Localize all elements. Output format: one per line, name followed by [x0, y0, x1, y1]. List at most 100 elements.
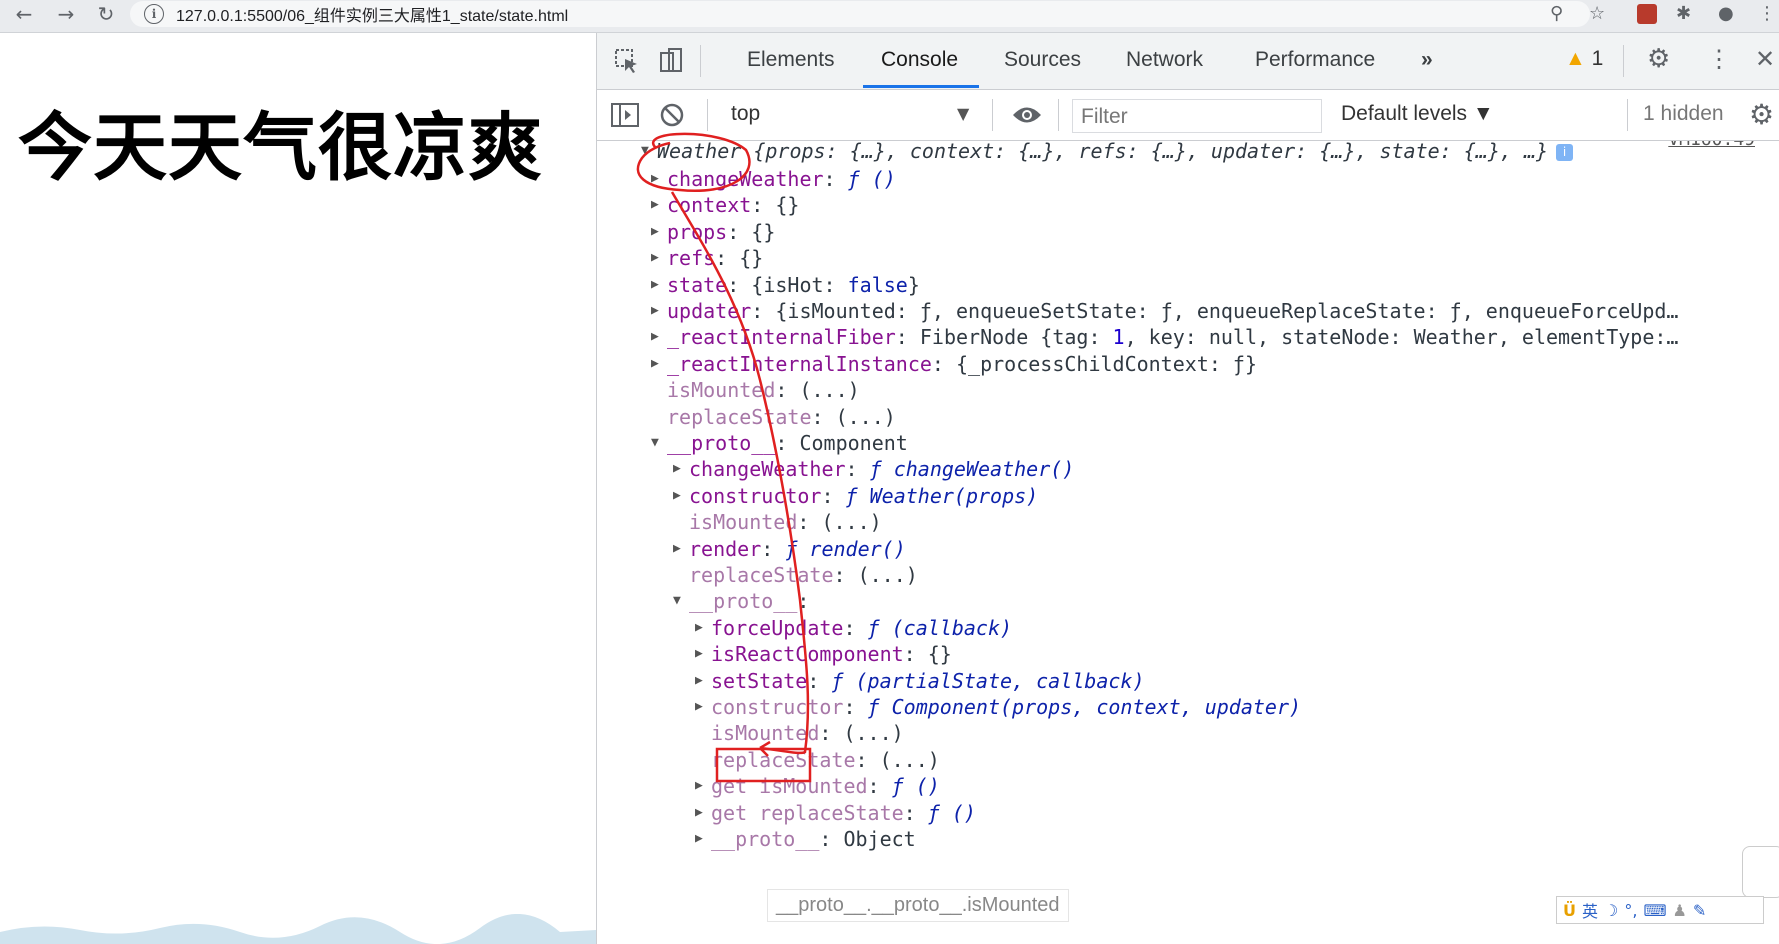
- expand-triangle-icon[interactable]: ▶: [651, 271, 667, 299]
- eye-icon[interactable]: [1011, 104, 1043, 126]
- property-value: : {_processChildContext: ƒ}: [931, 351, 1258, 376]
- extension-icon[interactable]: [1637, 4, 1657, 24]
- expand-triangle-icon[interactable]: ▶: [673, 482, 689, 510]
- ime-toolbar[interactable]: Ü 英 ☽ °, ⌨ ♟ ✎: [1556, 896, 1764, 924]
- console-tree-row[interactable]: ▶ props: {}: [651, 218, 775, 246]
- close-devtools-icon[interactable]: ✕: [1755, 45, 1775, 74]
- expand-triangle-icon[interactable]: ▶: [673, 455, 689, 483]
- console-tree-row[interactable]: ▶ updater: {isMounted: ƒ, enqueueSetState…: [651, 297, 1678, 325]
- tab-sources[interactable]: Sources: [1004, 48, 1081, 72]
- page-heading: 今天天气很凉爽: [18, 105, 543, 191]
- inspect-icon[interactable]: [613, 47, 641, 75]
- expand-triangle-icon[interactable]: ▶: [651, 350, 667, 378]
- ime-language[interactable]: 英: [1582, 898, 1598, 922]
- forward-icon[interactable]: →: [52, 2, 80, 26]
- console-tree-row[interactable]: ▼ __proto__: Component: [651, 429, 908, 457]
- info-icon[interactable]: i: [144, 4, 164, 24]
- console-tree-row[interactable]: ▶ changeWeather: ƒ changeWeather(): [673, 455, 1074, 483]
- zoom-icon[interactable]: ⚲: [1550, 2, 1563, 26]
- property-value: : {}: [715, 246, 764, 271]
- console-tree-row[interactable]: ▶ constructor: ƒ Component(props, context…: [695, 693, 1301, 721]
- menu-icon[interactable]: ⋮: [1758, 2, 1776, 26]
- console-tree-row[interactable]: ▶ get replaceState: ƒ (): [695, 799, 976, 827]
- expand-triangle-icon[interactable]: ▶: [695, 614, 711, 642]
- property-key: get replaceState: [711, 800, 904, 825]
- puzzle-icon[interactable]: ✱: [1676, 2, 1691, 26]
- settings-gear-icon[interactable]: ⚙: [1647, 43, 1670, 74]
- star-icon[interactable]: ☆: [1589, 2, 1605, 26]
- console-tree-row[interactable]: ▶ refs: {}: [651, 244, 763, 272]
- console-tree-row[interactable]: ▶ context: {}: [651, 191, 799, 219]
- console-tree-row[interactable]: ▼ __proto__:: [673, 587, 809, 615]
- tab-network[interactable]: Network: [1126, 48, 1203, 72]
- expand-triangle-icon[interactable]: ▶: [651, 297, 667, 325]
- expand-triangle-icon[interactable]: ▶: [673, 535, 689, 563]
- collapse-triangle-icon[interactable]: ▼: [641, 141, 657, 165]
- floating-scroll-handle[interactable]: [1742, 846, 1779, 898]
- property-value: :: [823, 167, 848, 191]
- console-tree-row[interactable]: ▶ constructor: ƒ Weather(props): [673, 482, 1038, 510]
- back-icon[interactable]: ←: [10, 2, 38, 26]
- property-value: : Component: [775, 431, 908, 455]
- keyboard-icon[interactable]: ⌨: [1643, 901, 1666, 920]
- warning-counter[interactable]: ▲ 1: [1565, 47, 1603, 71]
- address-bar[interactable]: i 127.0.0.1:5500/06_组件实例三大属性1_state/stat…: [130, 1, 1590, 27]
- expand-triangle-icon[interactable]: ▶: [695, 640, 711, 668]
- function-signature: ƒ (callback): [867, 615, 1013, 640]
- tab-performance[interactable]: Performance: [1255, 48, 1375, 72]
- console-tree-row[interactable]: ▶ _reactInternalInstance: {_processChildC…: [651, 350, 1257, 378]
- expand-triangle-icon[interactable]: ▶: [651, 244, 667, 272]
- log-levels-dropdown[interactable]: Default levels ▼: [1341, 102, 1494, 126]
- console-settings-gear-icon[interactable]: ⚙: [1749, 98, 1774, 131]
- property-value: : (...): [797, 510, 882, 535]
- device-toolbar-icon[interactable]: [657, 47, 685, 75]
- expand-triangle-icon[interactable]: ▶: [695, 772, 711, 800]
- console-tree-row[interactable]: ▶ _reactInternalFiber: FiberNode {tag: 1,…: [651, 323, 1678, 351]
- collapse-triangle-icon[interactable]: ▼: [651, 429, 667, 457]
- expand-triangle-icon[interactable]: ▶: [651, 165, 667, 193]
- context-selector[interactable]: top: [731, 102, 760, 126]
- sidebar-toggle-icon[interactable]: [611, 103, 639, 127]
- property-value: : (...): [855, 747, 940, 772]
- console-tree-row[interactable]: ▶ setState: ƒ (partialState, callback): [695, 667, 1145, 695]
- tab-console[interactable]: Console: [881, 48, 958, 72]
- console-tree-row: isMounted: (...): [711, 719, 904, 747]
- console-output: VM160:49 ▼Weather {props: {…}, context: …: [597, 141, 1779, 944]
- hidden-count[interactable]: 1 hidden: [1643, 102, 1724, 126]
- expand-triangle-icon[interactable]: ▶: [651, 323, 667, 351]
- console-tree-row[interactable]: ▶ changeWeather: ƒ (): [651, 165, 896, 193]
- expand-triangle-icon[interactable]: ▶: [651, 191, 667, 219]
- property-key: updater: [667, 299, 752, 323]
- expand-triangle-icon[interactable]: ▶: [695, 693, 711, 721]
- expand-triangle-icon[interactable]: ▶: [695, 825, 711, 853]
- profile-icon[interactable]: ●: [1718, 2, 1734, 26]
- chevron-down-icon[interactable]: ▼: [957, 104, 969, 123]
- tab-elements[interactable]: Elements: [747, 48, 835, 72]
- clear-console-icon[interactable]: [659, 102, 685, 128]
- expand-triangle-icon[interactable]: ▶: [695, 799, 711, 827]
- devtools-tabbar: Elements Console Sources Network Perform…: [597, 33, 1779, 90]
- more-tabs-button[interactable]: »: [1421, 48, 1433, 72]
- console-tree-row[interactable]: ▶ state: {isHot: false}: [651, 271, 920, 299]
- console-root-object[interactable]: ▼ Weather {props: {…}, context: {…}, refs…: [641, 141, 1574, 165]
- property-value: : Object: [819, 827, 916, 851]
- url-text[interactable]: 127.0.0.1:5500/06_组件实例三大属性1_state/state.…: [176, 2, 568, 26]
- property-key: isReactComponent: [711, 642, 904, 667]
- property-key: forceUpdate: [711, 615, 844, 640]
- kebab-menu-icon[interactable]: ⋮: [1707, 45, 1731, 74]
- info-badge-icon[interactable]: i: [1556, 143, 1574, 161]
- property-value-tail: }: [907, 272, 920, 297]
- console-tree-row[interactable]: ▶ isReactComponent: {}: [695, 640, 952, 668]
- console-tree-row[interactable]: ▶ forceUpdate: ƒ (callback): [695, 614, 1012, 642]
- console-tree-row[interactable]: ▶ get isMounted: ƒ (): [695, 772, 940, 800]
- source-link[interactable]: VM160:49: [1668, 141, 1755, 150]
- console-tree-row[interactable]: ▶ render: ƒ render(): [673, 535, 906, 563]
- expand-triangle-icon[interactable]: ▶: [651, 218, 667, 246]
- expand-triangle-icon[interactable]: ▶: [695, 667, 711, 695]
- console-tree-row[interactable]: ▶ __proto__: Object: [695, 825, 916, 853]
- wrench-icon[interactable]: ✎: [1693, 901, 1706, 920]
- collapse-triangle-icon[interactable]: ▼: [673, 587, 689, 615]
- reload-icon[interactable]: ↻: [92, 2, 120, 26]
- punctuation-icon: °,: [1624, 900, 1638, 920]
- filter-input[interactable]: Filter: [1072, 99, 1322, 133]
